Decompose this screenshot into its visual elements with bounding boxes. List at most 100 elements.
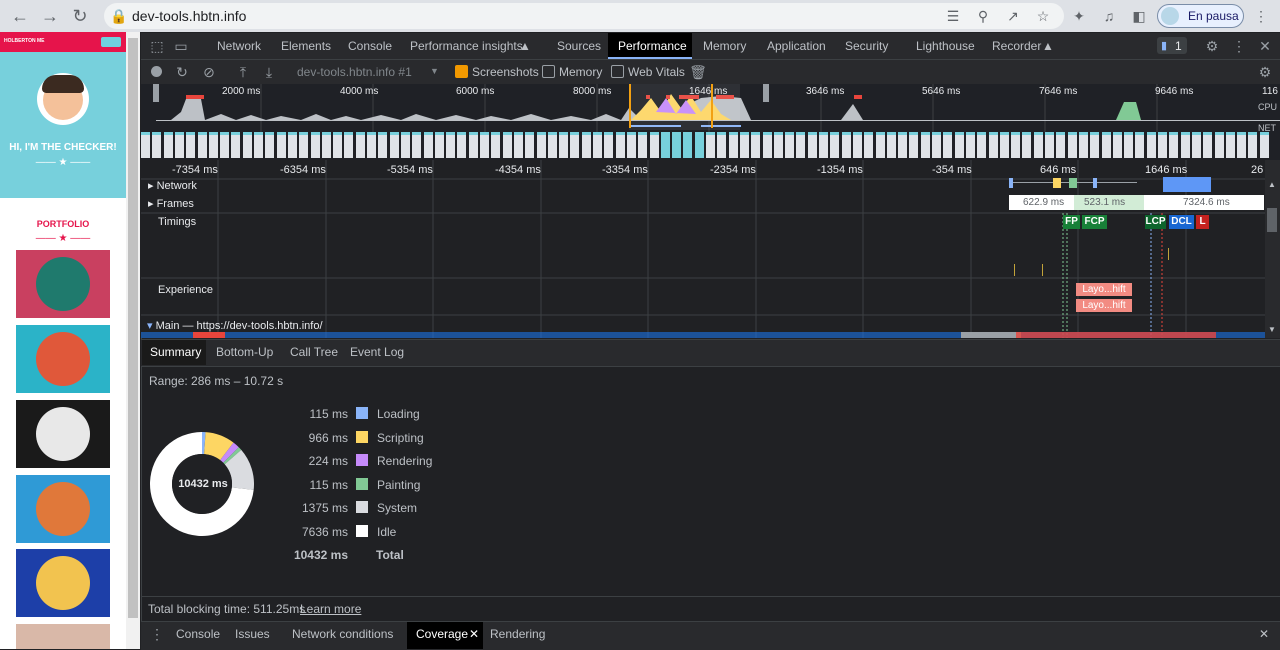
filmstrip-frame[interactable] (694, 132, 704, 158)
filmstrip-frame[interactable] (852, 132, 862, 158)
filmstrip-frame[interactable] (1135, 132, 1145, 158)
filmstrip-frame[interactable] (785, 132, 795, 158)
drawer-tab-console[interactable]: Console (176, 627, 220, 641)
filmstrip-frame[interactable] (977, 132, 987, 158)
url-text[interactable]: dev-tools.hbtn.info (132, 8, 246, 24)
layout-shift-event[interactable]: Layo...hift (1076, 299, 1132, 312)
close-coverage-icon[interactable]: ✕ (469, 627, 479, 641)
drawer-menu-icon[interactable]: ⋮ (148, 625, 166, 643)
filmstrip-frame[interactable] (321, 132, 331, 158)
filmstrip-frame[interactable] (762, 132, 772, 158)
filmstrip-frame[interactable] (276, 132, 286, 158)
extensions-icon[interactable]: ✦ (1070, 7, 1088, 25)
filmstrip-frame[interactable] (717, 132, 727, 158)
capture-settings-gear-icon[interactable]: ⚙ (1256, 63, 1274, 81)
filmstrip-frame[interactable] (163, 132, 173, 158)
filmstrip-frame[interactable] (559, 132, 569, 158)
filmstrip-frame[interactable] (502, 132, 512, 158)
filmstrip-frame[interactable] (208, 132, 218, 158)
page-scrollbar-thumb[interactable] (128, 38, 138, 618)
filmstrip-frame[interactable] (287, 132, 297, 158)
filmstrip-frame[interactable] (909, 132, 919, 158)
filmstrip-frame[interactable] (254, 132, 263, 158)
network-track-label[interactable]: ▸ Network (148, 179, 197, 192)
filmstrip-frame[interactable] (672, 132, 682, 158)
tab-bottom-up[interactable]: Bottom-Up (216, 345, 273, 359)
filmstrip-frame[interactable] (434, 132, 444, 158)
filmstrip-frame[interactable] (932, 132, 941, 158)
menu-button[interactable] (101, 37, 121, 47)
layout-shift-event[interactable]: Layo...hift (1076, 283, 1132, 296)
filmstrip-frame[interactable] (1090, 132, 1100, 158)
forward-icon[interactable]: → (40, 6, 60, 26)
tab-console[interactable]: Console (348, 39, 392, 53)
filmstrip-frame[interactable] (841, 132, 851, 158)
filmstrip-frame[interactable] (141, 132, 150, 158)
filmstrip-frame[interactable] (886, 132, 896, 158)
filmstrip-frame[interactable] (197, 132, 207, 158)
drawer-tab-coverage[interactable]: Coverage (416, 627, 468, 641)
load-profile-icon[interactable]: ⤒ (234, 63, 252, 81)
filmstrip-frame[interactable] (807, 132, 817, 158)
filmstrip-frame[interactable] (1237, 132, 1247, 158)
drawer-tab-issues[interactable]: Issues (235, 627, 270, 641)
filmstrip-frame[interactable] (965, 132, 975, 158)
filmstrip-frame[interactable] (186, 132, 196, 158)
recording-select[interactable]: dev-tools.hbtn.info #1 (297, 65, 412, 79)
filmstrip-frame[interactable] (547, 132, 557, 158)
filmstrip-frame[interactable] (1124, 132, 1134, 158)
filmstrip-frame[interactable] (1112, 132, 1122, 158)
frame-time[interactable]: 523.1 ms (1084, 197, 1125, 208)
media-controls-icon[interactable]: ♫ (1100, 7, 1118, 25)
tab-recorder[interactable]: Recorder (992, 39, 1041, 53)
filmstrip-frame[interactable] (1045, 132, 1054, 158)
screenshot-filmstrip[interactable] (141, 132, 1280, 158)
filmstrip-frame[interactable] (728, 132, 738, 158)
filmstrip-frame[interactable] (299, 132, 309, 158)
fcp-marker[interactable]: FCP (1082, 215, 1107, 229)
filmstrip-frame[interactable] (265, 132, 275, 158)
zoom-icon[interactable]: ⚲ (974, 7, 992, 25)
filmstrip-frame[interactable] (378, 132, 388, 158)
web-vitals-checkbox[interactable] (611, 65, 624, 78)
filmstrip-frame[interactable] (1101, 132, 1111, 158)
filmstrip-frame[interactable] (864, 132, 874, 158)
garbage-collect-icon[interactable]: 🗑 (689, 63, 707, 81)
site-brand[interactable]: HOLBERTON ME (4, 38, 44, 44)
overview-selection[interactable] (629, 84, 740, 130)
learn-more-link[interactable]: Learn more (300, 602, 361, 616)
main-track-label[interactable]: ▾ Main — https://dev-tools.hbtn.info/ (147, 319, 323, 332)
lcp-marker[interactable]: LCP (1145, 215, 1166, 229)
filmstrip-frame[interactable] (626, 132, 636, 158)
filmstrip-frame[interactable] (491, 132, 501, 158)
filmstrip-frame[interactable] (581, 132, 591, 158)
filmstrip-frame[interactable] (423, 132, 433, 158)
filmstrip-frame[interactable] (242, 132, 252, 158)
filmstrip-frame[interactable] (1191, 132, 1201, 158)
clear-icon[interactable]: ⊘ (200, 63, 218, 81)
scroll-up-icon[interactable]: ▲ (1268, 180, 1276, 189)
record-icon[interactable] (151, 66, 162, 77)
inspect-element-icon[interactable]: ⬚ (148, 37, 166, 55)
filmstrip-frame[interactable] (649, 132, 659, 158)
filmstrip-frame[interactable] (468, 132, 478, 158)
bookmark-star-icon[interactable]: ☆ (1034, 7, 1052, 25)
tab-elements[interactable]: Elements (281, 39, 331, 53)
filmstrip-frame[interactable] (1022, 132, 1032, 158)
filmstrip-frame[interactable] (400, 132, 410, 158)
reload-record-icon[interactable]: ↻ (173, 63, 191, 81)
filmstrip-frame[interactable] (513, 132, 523, 158)
filmstrip-frame[interactable] (819, 132, 828, 158)
drawer-tab-rendering[interactable]: Rendering (490, 627, 545, 641)
close-devtools-icon[interactable]: ✕ (1256, 37, 1274, 55)
filmstrip-frame[interactable] (898, 132, 908, 158)
dcl-marker[interactable]: DCL (1169, 215, 1194, 229)
filmstrip-frame[interactable] (920, 132, 930, 158)
filmstrip-frame[interactable] (1259, 132, 1269, 158)
frame-time[interactable]: 7324.6 ms (1183, 197, 1230, 208)
filmstrip-frame[interactable] (412, 132, 422, 158)
chevron-down-icon[interactable]: ▼ (430, 66, 439, 76)
filmstrip-frame[interactable] (954, 132, 964, 158)
share-icon[interactable]: ↗ (1004, 7, 1022, 25)
experience-track-label[interactable]: Experience (158, 284, 213, 296)
